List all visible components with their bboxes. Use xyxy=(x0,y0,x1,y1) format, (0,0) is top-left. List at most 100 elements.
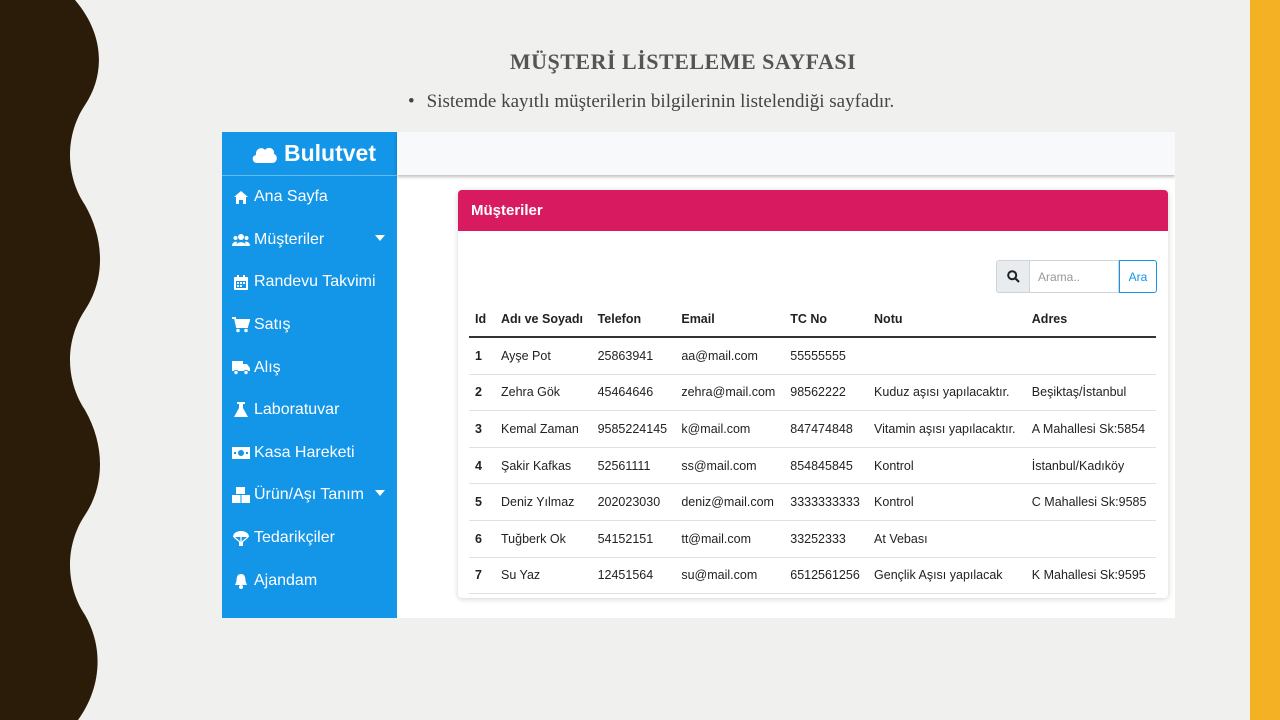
decorative-wave xyxy=(0,0,100,720)
cell-note: Vitamin aşısı yapılacaktır. xyxy=(868,410,1026,448)
table-row[interactable]: 4 Şakir Kafkas 52561111 ss@mail.com 85484584… xyxy=(469,447,1156,485)
table-row[interactable]: 3 Kemal Zaman 9585224145 k@mail.com 84747484… xyxy=(469,410,1156,448)
sidebar-item-kasa-hareketi[interactable]: Kasa Hareketi xyxy=(222,432,397,475)
cell-name: Ayşe Pot xyxy=(495,337,592,375)
caret-down-icon[interactable] xyxy=(375,490,385,497)
sidebar-item-label: Ana Sayfa xyxy=(254,188,328,206)
cell-address xyxy=(1025,337,1156,375)
cell-phone: 25863941 xyxy=(591,337,676,375)
cell-email: deniz@mail.com xyxy=(675,483,785,521)
cell-email: su@mail.com xyxy=(675,557,785,595)
sidebar-item-alis[interactable]: Alış xyxy=(222,346,397,389)
search-group: Ara xyxy=(996,260,1157,293)
cell-email: zehra@mail.com xyxy=(675,374,785,412)
cell-address: A Mahallesi Sk:5854 xyxy=(1025,410,1156,448)
cell-id: 5 xyxy=(469,483,495,521)
cell-phone: 45464646 xyxy=(591,374,676,412)
cell-tc-no: 854845845 xyxy=(784,447,869,485)
cell-id: 3 xyxy=(469,410,495,448)
cell-tc-no: 55555555 xyxy=(784,337,869,375)
cell-name: Şakir Kafkas xyxy=(495,447,592,485)
cell-note: Kontrol xyxy=(868,447,1026,485)
cell-tc-no: 847474848 xyxy=(784,410,869,448)
sidebar: Bulutvet Ana Sayfa Müşteriler Randevu Ta… xyxy=(222,132,397,618)
brand-name: Bulutvet xyxy=(284,140,376,166)
home-icon xyxy=(232,189,250,205)
column-header[interactable]: Notu xyxy=(868,302,1026,338)
cell-email: ss@mail.com xyxy=(675,447,785,485)
caret-down-icon[interactable] xyxy=(375,234,385,241)
bullet-text: Sistemde kayıtlı müşterilerin bilgilerin… xyxy=(426,91,895,112)
sidebar-item-satis[interactable]: Satış xyxy=(222,304,397,347)
cell-email: aa@mail.com xyxy=(675,337,785,375)
flask-icon xyxy=(232,402,250,418)
search-input[interactable] xyxy=(1029,260,1119,293)
cell-address: Beşiktaş/İstanbul xyxy=(1025,374,1156,412)
sidebar-item-tedarikciler[interactable]: Tedarikçiler xyxy=(222,517,397,560)
customers-card: Müşteriler Ara Id Adı ve Soyadı Telefon … xyxy=(458,190,1168,598)
parachute-icon xyxy=(232,530,250,547)
cell-tc-no: 33252333 xyxy=(784,520,869,558)
search-icon xyxy=(996,260,1029,293)
cell-address xyxy=(1025,520,1156,558)
cell-address: K Mahallesi Sk:9595 xyxy=(1025,557,1156,595)
top-navbar xyxy=(397,132,1175,175)
search-button[interactable]: Ara xyxy=(1119,260,1157,293)
sidebar-item-musteriler[interactable]: Müşteriler xyxy=(222,219,397,262)
app-screenshot: Bulutvet Ana Sayfa Müşteriler Randevu Ta… xyxy=(222,132,1175,618)
brand[interactable]: Bulutvet xyxy=(222,132,397,176)
table-row[interactable]: 7 Su Yaz 12451564 su@mail.com 6512561256 Genç… xyxy=(469,557,1156,595)
cell-id: 1 xyxy=(469,337,495,375)
sidebar-item-ajandam[interactable]: Ajandam xyxy=(222,559,397,602)
cloud-icon xyxy=(252,147,277,163)
column-header[interactable]: Telefon xyxy=(591,302,676,338)
cell-note: Kontrol xyxy=(868,483,1026,521)
table-header-row: Id Adı ve Soyadı Telefon Email TC No Not… xyxy=(469,302,1156,338)
cell-tc-no: 6512561256 xyxy=(784,557,869,595)
sidebar-item-label: Müşteriler xyxy=(254,230,325,248)
cell-phone: 52561111 xyxy=(591,447,676,485)
table-row[interactable]: 1 Ayşe Pot 25863941 aa@mail.com 55555555 xyxy=(469,337,1156,375)
sidebar-item-label: Alış xyxy=(254,358,281,376)
cell-tc-no: 3333333333 xyxy=(784,483,869,521)
sidebar-item-ana-sayfa[interactable]: Ana Sayfa xyxy=(222,176,397,219)
calendar-icon xyxy=(232,274,250,290)
cart-icon xyxy=(232,317,250,333)
bullet-dot: • xyxy=(408,91,415,112)
table-row[interactable]: 5 Deniz Yılmaz 202023030 deniz@mail.com 3333… xyxy=(469,483,1156,521)
sidebar-item-label: Ajandam xyxy=(254,571,318,589)
sidebar-item-laboratuvar[interactable]: Laboratuvar xyxy=(222,389,397,432)
column-header[interactable]: Adı ve Soyadı xyxy=(495,302,592,338)
sidebar-item-label: Satış xyxy=(254,316,291,334)
cell-tc-no: 98562222 xyxy=(784,374,869,412)
table-row[interactable]: 6 Tuğberk Ok 54152151 tt@mail.com 33252333 At… xyxy=(469,520,1156,558)
boxes-icon xyxy=(232,487,250,504)
cell-note: Gençlik Aşısı yapılacak xyxy=(868,557,1026,595)
money-icon xyxy=(232,445,250,461)
cell-note: At Vebası xyxy=(868,520,1026,558)
table-row[interactable]: 2 Zehra Gök 45464646 zehra@mail.com 98562222… xyxy=(469,374,1156,412)
sidebar-item-label: Randevu Takvimi xyxy=(254,273,376,291)
cell-id: 6 xyxy=(469,520,495,558)
column-header[interactable]: Adres xyxy=(1025,302,1156,338)
cell-note: Kuduz aşısı yapılacaktır. xyxy=(868,374,1026,412)
slide-title: MÜŞTERİ LİSTELEME SAYFASI xyxy=(509,49,857,74)
column-header[interactable]: TC No xyxy=(784,302,869,338)
cell-note xyxy=(868,337,1026,375)
cell-id: 4 xyxy=(469,447,495,485)
sidebar-item-randevu-takvimi[interactable]: Randevu Takvimi xyxy=(222,261,397,304)
truck-icon xyxy=(232,360,250,376)
right-accent-bar xyxy=(1250,0,1280,720)
cell-name: Tuğberk Ok xyxy=(495,520,592,558)
column-header[interactable]: Email xyxy=(675,302,785,338)
cell-phone: 12451564 xyxy=(591,557,676,595)
cell-name: Deniz Yılmaz xyxy=(495,483,592,521)
cell-email: k@mail.com xyxy=(675,410,785,448)
column-header[interactable]: Id xyxy=(469,302,495,338)
users-icon xyxy=(232,232,250,248)
cell-phone: 54152151 xyxy=(591,520,676,558)
sidebar-item-urun-asi-tanim[interactable]: Ürün/Aşı Tanım xyxy=(222,474,397,517)
card-title: Müşteriler xyxy=(458,190,1168,231)
cell-address: İstanbul/Kadıköy xyxy=(1025,447,1156,485)
cell-phone: 202023030 xyxy=(591,483,676,521)
